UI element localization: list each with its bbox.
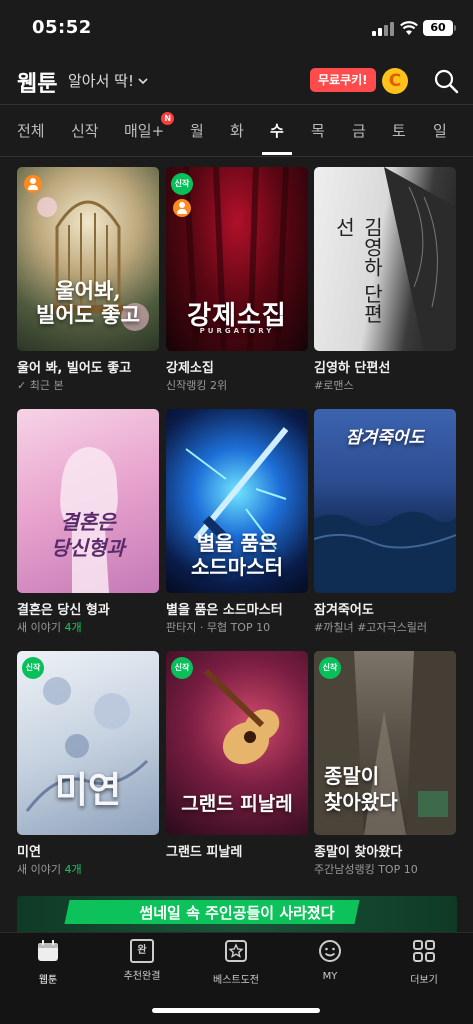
nav-label: MY bbox=[322, 971, 338, 982]
new-badge: 신작 bbox=[171, 173, 193, 195]
status-bar: 05:52 60 bbox=[0, 0, 473, 56]
home-indicator bbox=[152, 1008, 320, 1013]
new-badge: 신작 bbox=[22, 657, 44, 679]
nav-more[interactable]: 더보기 bbox=[386, 939, 462, 986]
sort-label: 알아서 딱! bbox=[68, 72, 134, 90]
cover-title: 김영하 단편선 bbox=[332, 217, 384, 324]
grid-icon bbox=[413, 940, 435, 962]
comic-meta: 새 이야기 4개 bbox=[17, 863, 82, 876]
calendar-icon bbox=[38, 940, 58, 961]
person-icon bbox=[173, 199, 191, 217]
comic-title: 울어 봐, 빌어도 좋고 bbox=[17, 361, 132, 376]
sort-dropdown[interactable]: 알아서 딱! bbox=[68, 70, 149, 91]
free-cookie-button[interactable]: 무료쿠키! bbox=[310, 68, 376, 92]
nav-label: 추천완결 bbox=[123, 971, 161, 982]
comic-card[interactable]: 김영하 단편선 김영하 단편선 #로맨스 bbox=[314, 167, 456, 397]
weekday-tabs: 전체 신작 매일+ N 월 화 수 목 금 토 일 bbox=[0, 110, 473, 156]
nav-best-challenge[interactable]: 베스트도전 bbox=[198, 939, 274, 986]
tab-wed[interactable]: 수 bbox=[262, 120, 292, 155]
new-badge: 신작 bbox=[319, 657, 341, 679]
header-divider bbox=[0, 104, 473, 105]
comic-card[interactable]: 그랜드 피날레 신작 그랜드 피날레 bbox=[166, 651, 308, 881]
app-header: 웹툰 알아서 딱! 무료쿠키! C bbox=[0, 56, 473, 104]
comic-title: 결혼은 당신 형과 bbox=[17, 603, 110, 618]
page-title: 웹툰 bbox=[17, 72, 58, 97]
comic-meta: 판타지 · 무협 TOP 10 bbox=[166, 621, 271, 634]
comic-card[interactable]: 강제소집 PURGATORY 신작 강제소집 신작랭킹 2위 bbox=[166, 167, 308, 397]
comic-card[interactable]: 별을 품은 소드마스터 별을 품은 소드마스터 판타지 · 무협 TOP 10 bbox=[166, 409, 308, 639]
tab-all[interactable]: 전체 bbox=[17, 120, 45, 141]
comic-thumbnail: 미연 신작 bbox=[17, 651, 159, 835]
comic-thumbnail: 별을 품은 소드마스터 bbox=[166, 409, 308, 593]
tab-daily-plus[interactable]: 매일+ N bbox=[124, 112, 175, 141]
comic-thumbnail: 그랜드 피날레 신작 bbox=[166, 651, 308, 835]
person-icon bbox=[24, 175, 42, 193]
status-time: 05:52 bbox=[32, 17, 92, 38]
nav-label: 더보기 bbox=[410, 975, 438, 986]
chevron-down-icon bbox=[138, 77, 148, 84]
tab-new[interactable]: 신작 bbox=[71, 120, 99, 141]
comic-card[interactable]: 잠겨죽어도 잠겨죽어도 #까칠녀 #고자극스릴러 bbox=[314, 409, 456, 639]
comic-card[interactable]: 미연 신작 미연 새 이야기 4개 bbox=[17, 651, 159, 881]
tab-sun[interactable]: 일 bbox=[433, 120, 447, 141]
tab-mon[interactable]: 월 bbox=[190, 120, 204, 141]
comic-meta: 새 이야기 4개 bbox=[17, 621, 82, 634]
book-icon: 완 bbox=[130, 939, 154, 963]
comic-thumbnail: 잠겨죽어도 bbox=[314, 409, 456, 593]
comic-title: 잠겨죽어도 bbox=[314, 603, 374, 618]
cover-title: 종말이 찾아왔다 bbox=[324, 764, 398, 814]
cover-title: 울어봐, 빌어도 좋고 bbox=[36, 278, 140, 327]
nav-recommended-complete[interactable]: 완 추천완결 bbox=[104, 939, 180, 982]
new-badge: N bbox=[161, 112, 175, 125]
nav-label: 웹툰 bbox=[38, 975, 58, 986]
cover-title: 결혼은 당신형과 bbox=[51, 510, 125, 560]
cover-title: 잠겨죽어도 bbox=[345, 428, 425, 448]
comic-meta: ✓ 최근 본 bbox=[17, 379, 64, 392]
star-box-icon bbox=[225, 940, 247, 962]
cover-subtitle: PURGATORY bbox=[199, 327, 275, 335]
tab-tue[interactable]: 화 bbox=[230, 120, 244, 141]
comic-meta: 신작랭킹 2위 bbox=[166, 379, 228, 392]
smile-icon bbox=[319, 940, 341, 962]
wifi-icon bbox=[400, 21, 418, 35]
tab-fri[interactable]: 금 bbox=[352, 120, 366, 141]
tab-thu[interactable]: 목 bbox=[311, 120, 325, 141]
comic-thumbnail: 강제소집 PURGATORY 신작 bbox=[166, 167, 308, 351]
comic-thumbnail: 김영하 단편선 bbox=[314, 167, 456, 351]
comic-card[interactable]: 종말이 찾아왔다 신작 종말이 찾아왔다 주간남성랭킹 TOP 10 bbox=[314, 651, 456, 881]
comic-card[interactable]: 울어봐, 빌어도 좋고 울어 봐, 빌어도 좋고 ✓ 최근 본 bbox=[17, 167, 159, 397]
comic-title: 미연 bbox=[17, 845, 41, 860]
cover-title: 별을 품은 소드마스터 bbox=[191, 531, 283, 579]
active-tab-indicator bbox=[262, 152, 292, 155]
comic-title: 별을 품은 소드마스터 bbox=[166, 603, 283, 618]
cellular-signal-icon bbox=[372, 22, 394, 36]
silhouette-illustration bbox=[60, 447, 118, 593]
nav-label: 베스트도전 bbox=[213, 975, 259, 986]
comic-card[interactable]: 결혼은 당신형과 결혼은 당신 형과 새 이야기 4개 bbox=[17, 409, 159, 639]
comic-meta: 주간남성랭킹 TOP 10 bbox=[314, 863, 418, 876]
comic-meta: #까칠녀 #고자극스릴러 bbox=[314, 621, 428, 634]
comic-title: 강제소집 bbox=[166, 361, 214, 376]
comic-thumbnail: 종말이 찾아왔다 신작 bbox=[314, 651, 456, 835]
cover-title: 미연 bbox=[54, 769, 122, 811]
cookie-coin-icon[interactable]: C bbox=[382, 68, 408, 94]
nav-webtoon[interactable]: 웹툰 bbox=[10, 939, 86, 986]
comic-title: 김영하 단편선 bbox=[314, 361, 391, 376]
tabs-divider bbox=[0, 156, 473, 157]
banner-text: 썸네일 속 주인공들이 사라졌다 bbox=[139, 904, 335, 922]
comic-title: 종말이 찾아왔다 bbox=[314, 845, 403, 860]
event-banner[interactable]: 썸네일 속 주인공들이 사라졌다 bbox=[17, 896, 457, 934]
comic-meta: #로맨스 bbox=[314, 379, 354, 392]
cover-title: 그랜드 피날레 bbox=[181, 793, 293, 815]
comic-thumbnail: 결혼은 당신형과 bbox=[17, 409, 159, 593]
comic-thumbnail: 울어봐, 빌어도 좋고 bbox=[17, 167, 159, 351]
new-badge: 신작 bbox=[171, 657, 193, 679]
battery-icon: 60 bbox=[423, 20, 456, 36]
comic-title: 그랜드 피날레 bbox=[166, 845, 243, 860]
nav-my[interactable]: MY bbox=[292, 939, 368, 982]
tab-sat[interactable]: 토 bbox=[392, 120, 406, 141]
search-icon[interactable] bbox=[432, 67, 460, 95]
